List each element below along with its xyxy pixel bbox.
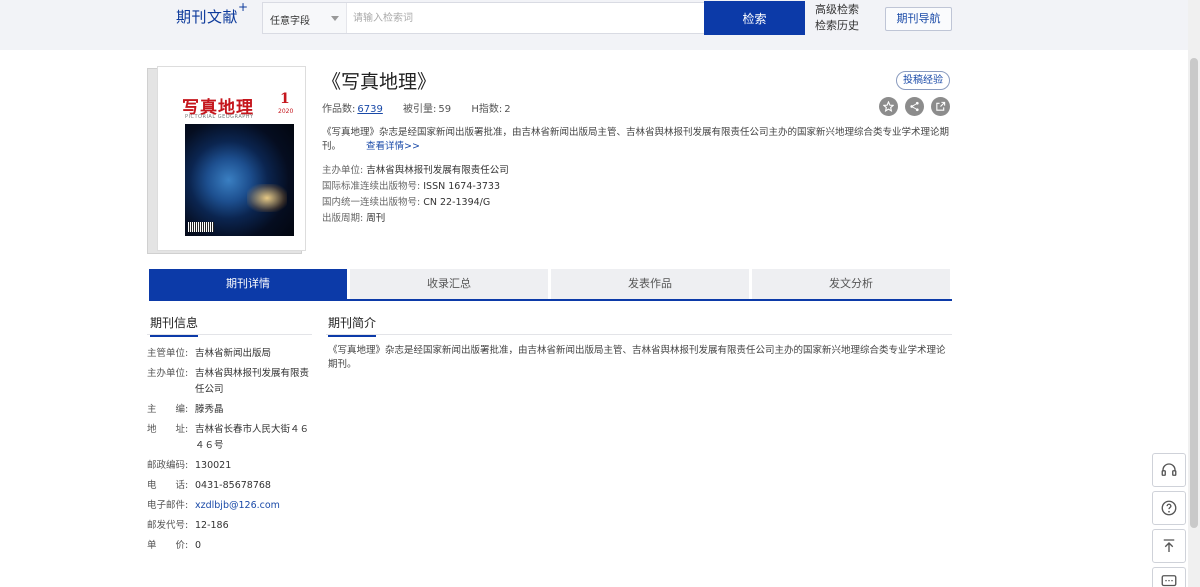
sponsor-label: 主办单位:	[322, 165, 364, 176]
detail-tabs: 期刊详情 收录汇总 发表作品 发文分析	[149, 269, 952, 301]
info-row-email: 电子邮件: xzdlbjb@126.com	[147, 498, 312, 514]
cycle-value: 周刊	[366, 213, 386, 224]
cn-value: CN 22-1394/G	[423, 197, 491, 208]
info-value: 吉林省长春市人民大街４６４６号	[195, 424, 310, 451]
view-details-link[interactable]: 查看详情>>	[366, 141, 420, 152]
cited-label: 被引量:	[403, 104, 437, 115]
h-label: H指数:	[471, 104, 503, 115]
logo-plus: +	[238, 0, 249, 14]
site-logo[interactable]: 期刊文献 +	[176, 0, 248, 27]
tab-journal-details[interactable]: 期刊详情	[149, 269, 347, 299]
journal-stats: 作品数: 6739 被引量: 59 H指数: 2	[322, 100, 528, 115]
info-value: 12-186	[195, 520, 229, 531]
info-label: 地 址:	[147, 424, 189, 435]
info-row-price: 单 价: 0	[147, 538, 312, 554]
page-scrollbar[interactable]	[1188, 0, 1200, 587]
email-link[interactable]: xzdlbjb@126.com	[195, 498, 312, 514]
search-input[interactable]	[347, 3, 705, 33]
info-value: 滕秀晶	[195, 404, 224, 415]
info-value: 0431-85678768	[195, 480, 271, 491]
scrollbar-thumb[interactable]	[1190, 58, 1198, 528]
info-label: 主办单位:	[147, 368, 189, 379]
cited-count: 被引量: 59	[403, 104, 451, 115]
info-label: 单 价:	[147, 540, 189, 551]
back-to-top-icon[interactable]	[1152, 529, 1186, 563]
info-value: 吉林省舆林报刊发展有限责任公司	[195, 368, 310, 395]
works-label: 作品数:	[322, 104, 356, 115]
sponsor-row: 主办单位: 吉林省舆林报刊发展有限责任公司	[322, 163, 509, 179]
h-value: 2	[504, 104, 511, 115]
headset-icon[interactable]	[1152, 453, 1186, 487]
cover-subtitle: PICTORIAL GEOGRAPHY	[185, 114, 254, 120]
star-icon[interactable]	[879, 97, 898, 116]
cycle-row: 出版周期: 周刊	[322, 211, 509, 227]
submission-experience-button[interactable]: 投稿经验	[896, 71, 950, 90]
top-header: 期刊文献 + 任意字段 检索 高级检索 检索历史 期刊导航	[0, 0, 1188, 50]
h-index: H指数: 2	[471, 104, 510, 115]
question-icon[interactable]	[1152, 491, 1186, 525]
intro-panel-divider	[326, 334, 952, 335]
share-icon[interactable]	[905, 97, 924, 116]
works-count: 作品数: 6739	[322, 104, 383, 115]
logo-text: 期刊文献	[176, 8, 239, 26]
journal-publication-info: 主办单位: 吉林省舆林报刊发展有限责任公司 国际标准连续出版物号: ISSN 1…	[322, 163, 509, 227]
tab-publication-analysis[interactable]: 发文分析	[752, 269, 950, 299]
info-row-phone: 电 话: 0431-85678768	[147, 478, 312, 494]
info-label: 邮发代号:	[147, 520, 189, 531]
search-button[interactable]: 检索	[704, 1, 805, 35]
advanced-search-link[interactable]: 高级检索	[815, 2, 859, 18]
cn-row: 国内统一连续出版物号: CN 22-1394/G	[322, 195, 509, 211]
info-row-sponsor: 主办单位: 吉林省舆林报刊发展有限责任公司	[147, 366, 312, 398]
journal-info-list: 主管单位: 吉林省新闻出版局 主办单位: 吉林省舆林报刊发展有限责任公司 主 编: 滕…	[147, 346, 312, 558]
cover-issue: 1	[280, 91, 290, 107]
works-count-link[interactable]: 6739	[357, 104, 382, 115]
info-row-address: 地 址: 吉林省长春市人民大街４６４６号	[147, 422, 312, 454]
info-row-postcode: 邮政编码: 130021	[147, 458, 312, 474]
intro-panel-title: 期刊简介	[328, 314, 377, 337]
search-field-select[interactable]: 任意字段	[263, 3, 347, 33]
chevron-down-icon	[331, 16, 339, 21]
info-label: 主 编:	[147, 404, 189, 415]
info-value: 吉林省新闻出版局	[195, 348, 272, 359]
tab-published-works[interactable]: 发表作品	[551, 269, 749, 299]
info-value: 130021	[195, 460, 232, 471]
info-label: 电 话:	[147, 480, 189, 491]
sponsor-value: 吉林省舆林报刊发展有限责任公司	[366, 165, 509, 176]
journal-description: 《写真地理》杂志是经国家新闻出版署批准，由吉林省新闻出版局主管、吉林省舆林报刊发…	[322, 126, 950, 154]
info-label: 主管单位:	[147, 348, 189, 359]
info-label: 邮政编码:	[147, 460, 189, 471]
journal-title: 《写真地理》	[322, 71, 437, 93]
cited-value: 59	[438, 104, 452, 115]
tab-indexing-summary[interactable]: 收录汇总	[350, 269, 548, 299]
search-links: 高级检索 检索历史	[815, 2, 859, 34]
earth-photo	[185, 124, 294, 236]
external-link-icon[interactable]	[931, 97, 950, 116]
cn-label: 国内统一连续出版物号:	[322, 197, 421, 208]
issn-row: 国际标准连续出版物号: ISSN 1674-3733	[322, 179, 509, 195]
cover-image: 写真地理 1 2020 PICTORIAL GEOGRAPHY	[157, 66, 306, 251]
journal-nav-button[interactable]: 期刊导航	[885, 7, 952, 31]
search-field-value: 任意字段	[270, 16, 310, 27]
cover-year: 2020	[278, 108, 294, 115]
info-row-postal-code: 邮发代号: 12-186	[147, 518, 312, 534]
journal-cover: 写真地理 1 2020 PICTORIAL GEOGRAPHY	[147, 66, 306, 254]
info-panel-title: 期刊信息	[150, 314, 199, 337]
city-lights	[247, 184, 287, 212]
cycle-label: 出版周期:	[322, 213, 364, 224]
intro-text: 《写真地理》杂志是经国家新闻出版署批准，由吉林省新闻出版局主管、吉林省舆林报刊发…	[328, 345, 946, 370]
info-row-editor: 主 编: 滕秀晶	[147, 402, 312, 418]
info-value: 0	[195, 540, 202, 551]
chat-icon[interactable]	[1152, 567, 1186, 587]
search-history-link[interactable]: 检索历史	[815, 18, 859, 34]
info-row-supervisor: 主管单位: 吉林省新闻出版局	[147, 346, 312, 362]
info-label: 电子邮件:	[147, 500, 189, 511]
issn-label: 国际标准连续出版物号:	[322, 181, 421, 192]
barcode	[188, 222, 214, 232]
issn-value: ISSN 1674-3733	[423, 181, 501, 192]
